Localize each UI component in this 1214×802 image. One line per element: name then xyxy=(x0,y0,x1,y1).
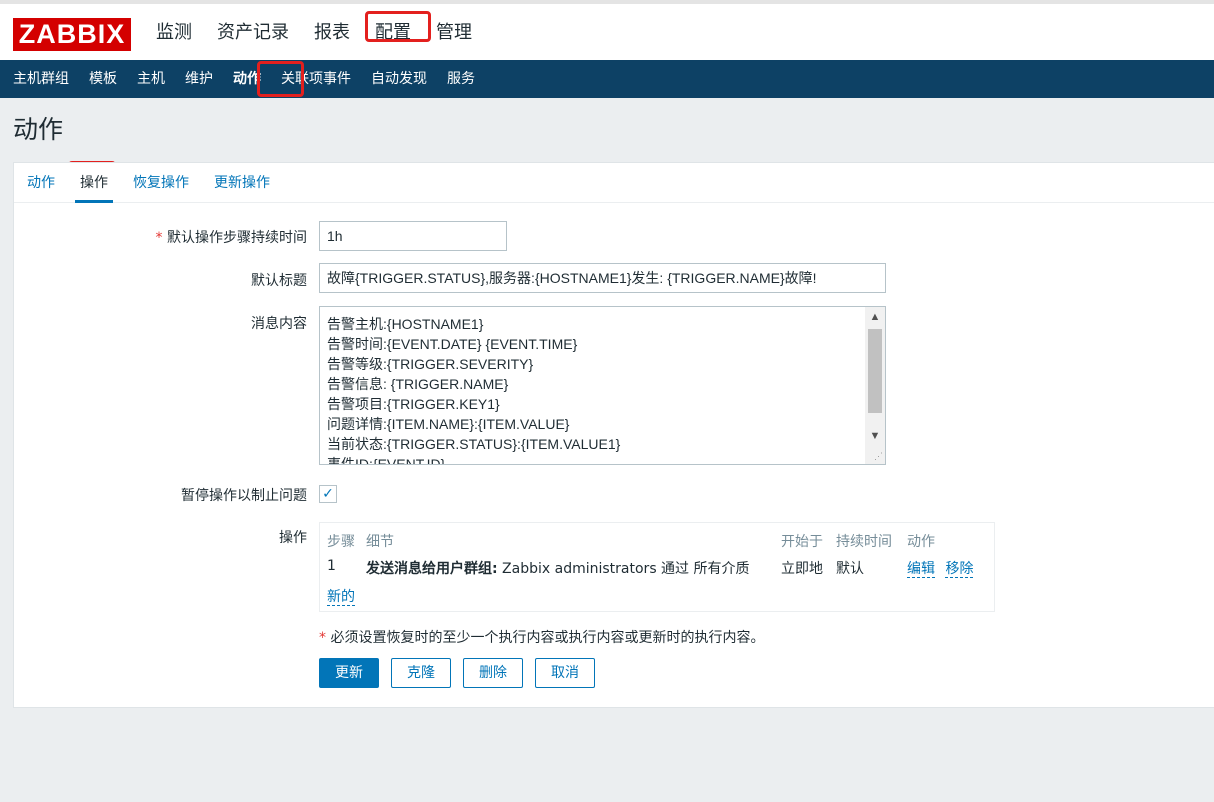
main-nav-monitoring[interactable]: 监测 xyxy=(156,4,192,64)
scroll-thumb[interactable] xyxy=(868,329,882,413)
form-tabs: 动作 操作 恢复操作 更新操作 xyxy=(14,163,1214,203)
update-button[interactable]: 更新 xyxy=(319,658,379,688)
new-operation-cell: 新的 xyxy=(327,586,355,606)
op-duration: 默认 xyxy=(836,561,864,577)
step-duration-label: * 默认操作步骤持续时间 xyxy=(155,230,307,246)
op-remove-link[interactable]: 移除 xyxy=(945,561,974,578)
pause-checkbox[interactable]: ✓ xyxy=(319,485,337,503)
message-label: 消息内容 xyxy=(251,316,307,332)
resize-handle-icon[interactable]: ⋰ xyxy=(874,451,883,462)
op-details: 发送消息给用户群组: Zabbix administrators 通过 所有介质 xyxy=(366,561,750,577)
op-edit-link[interactable]: 编辑 xyxy=(907,561,935,578)
scroll-up-icon[interactable]: ▲ xyxy=(865,307,885,327)
main-nav: 监测 资产记录 报表 配置 管理 xyxy=(156,4,497,64)
checkmark-icon: ✓ xyxy=(322,486,334,502)
message-text: 告警主机:{HOSTNAME1} 告警时间:{EVENT.DATE} {EVEN… xyxy=(327,316,621,465)
highlight-configuration xyxy=(365,11,431,42)
sub-nav-maintenance[interactable]: 维护 xyxy=(175,60,223,98)
sub-nav-host-groups[interactable]: 主机群组 xyxy=(3,60,79,98)
page-title: 动作 xyxy=(13,115,64,144)
cancel-button[interactable]: 取消 xyxy=(535,658,595,688)
col-duration: 持续时间 xyxy=(836,534,892,550)
col-details: 细节 xyxy=(366,534,394,550)
operations-label: 操作 xyxy=(279,530,307,546)
required-note: * 必须设置恢复时的至少一个执行内容或执行内容或更新时的执行内容。 xyxy=(319,630,765,646)
tab-action[interactable]: 动作 xyxy=(27,163,55,202)
operations-table: 步骤 细节 开始于 持续时间 动作 1 发送消息给用户群组: Zabbix ad… xyxy=(319,522,995,612)
col-step: 步骤 xyxy=(327,534,355,550)
message-textarea[interactable]: 告警主机:{HOSTNAME1} 告警时间:{EVENT.DATE} {EVEN… xyxy=(319,306,886,465)
sub-nav-hosts[interactable]: 主机 xyxy=(127,60,175,98)
op-step: 1 xyxy=(327,558,336,574)
message-scrollbar[interactable]: ▲ ▼ xyxy=(865,307,885,464)
sub-nav: 主机群组 模板 主机 维护 动作 关联项事件 自动发现 服务 xyxy=(0,60,1214,98)
tab-recovery-operations[interactable]: 恢复操作 xyxy=(133,163,189,202)
main-nav-inventory[interactable]: 资产记录 xyxy=(217,4,289,64)
step-duration-input[interactable]: 1h xyxy=(319,221,507,251)
sub-nav-services[interactable]: 服务 xyxy=(437,60,485,98)
subject-input[interactable]: 故障{TRIGGER.STATUS},服务器:{HOSTNAME1}发生: {T… xyxy=(319,263,886,293)
scroll-down-icon[interactable]: ▼ xyxy=(865,426,885,446)
sub-nav-discovery[interactable]: 自动发现 xyxy=(361,60,437,98)
clone-button[interactable]: 克隆 xyxy=(391,658,451,688)
zabbix-logo[interactable]: ZABBIX xyxy=(13,18,131,51)
tab-operations[interactable]: 操作 xyxy=(75,163,113,203)
action-form-panel: 动作 操作 恢复操作 更新操作 * 默认操作步骤持续时间 1h 默认标题 故障{… xyxy=(13,162,1214,708)
subject-label: 默认标题 xyxy=(251,273,307,289)
op-actions: 编辑 移除 xyxy=(907,558,974,578)
col-start-in: 开始于 xyxy=(781,534,823,550)
pause-label: 暂停操作以制止问题 xyxy=(181,488,307,504)
required-asterisk: * xyxy=(155,230,163,246)
highlight-actions xyxy=(257,61,304,97)
main-nav-administration[interactable]: 管理 xyxy=(436,4,472,64)
main-nav-reports[interactable]: 报表 xyxy=(314,4,350,64)
sub-nav-templates[interactable]: 模板 xyxy=(79,60,127,98)
tab-update-operations[interactable]: 更新操作 xyxy=(214,163,270,202)
top-header: ZABBIX 监测 资产记录 报表 配置 管理 xyxy=(0,0,1214,60)
col-action: 动作 xyxy=(907,534,935,550)
op-start-in: 立即地 xyxy=(781,561,823,577)
delete-button[interactable]: 删除 xyxy=(463,658,523,688)
new-operation-link[interactable]: 新的 xyxy=(327,589,355,606)
